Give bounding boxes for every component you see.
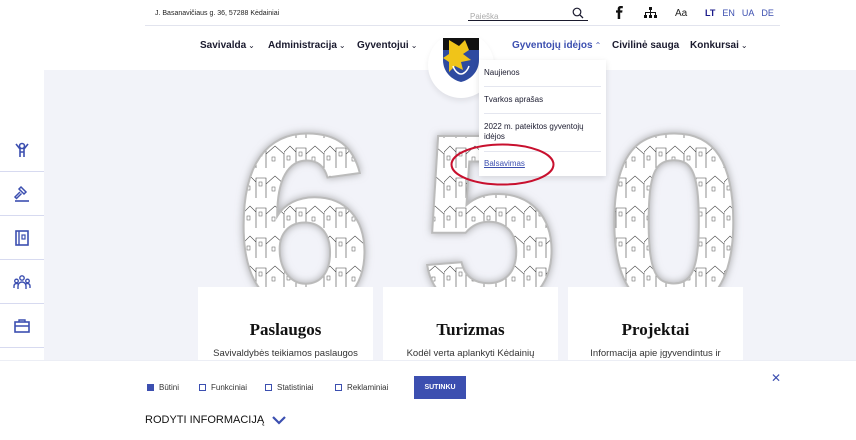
card-text: Savivaldybės teikiamos paslaugos — [213, 348, 358, 359]
nav-item-civiline-sauga[interactable]: Civilinė sauga — [612, 40, 679, 51]
divider — [145, 25, 780, 26]
highlight-annotation — [450, 143, 555, 186]
top-bar: J. Basanavičiaus g. 36, 57288 Kėdainiai … — [0, 0, 856, 30]
card-text: Informacija apie įgyvendintus ir — [590, 348, 721, 359]
search-icon[interactable] — [572, 7, 584, 19]
dropdown-item-naujienos[interactable]: Naujienos — [484, 68, 601, 78]
chevron-down-icon: ⌄ — [248, 41, 255, 50]
cookie-option-funkciniai[interactable]: Funkciniai — [199, 383, 247, 392]
chevron-up-icon: ⌃ — [594, 41, 602, 50]
gavel-icon — [13, 185, 29, 202]
cookie-option-statistiniai[interactable]: Statistiniai — [265, 383, 313, 392]
card-title: Projektai — [621, 320, 690, 339]
chevron-down-icon — [272, 415, 286, 425]
card-text: Kodėl verta aplankyti Kėdainių — [406, 348, 535, 359]
lang-lt[interactable]: LT — [705, 8, 715, 18]
cookie-consent-banner: Būtini Funkciniai Statistiniai Reklamini… — [0, 360, 856, 440]
sidebar-item-documents[interactable] — [0, 216, 44, 260]
lang-ua[interactable]: UA — [742, 8, 755, 18]
card-projektai[interactable]: Projektai Informacija apie įgyvendintus … — [568, 287, 743, 362]
checkbox[interactable] — [265, 384, 272, 391]
divider — [484, 86, 601, 87]
nav-item-savivalda[interactable]: Savivalda ⌄ — [200, 40, 255, 51]
font-size-button[interactable]: Aa — [675, 8, 687, 19]
checkbox[interactable] — [199, 384, 206, 391]
sitemap-icon[interactable] — [644, 7, 657, 18]
quick-links-sidebar — [0, 68, 44, 360]
divider — [484, 113, 601, 114]
facebook-icon[interactable] — [615, 6, 624, 19]
show-info-toggle[interactable]: RODYTI INFORMACIJĄ — [145, 414, 286, 426]
chevron-down-icon: ⌄ — [410, 41, 418, 50]
address-text: J. Basanavičiaus g. 36, 57288 Kėdainiai — [155, 10, 280, 17]
card-title: Paslaugos — [249, 320, 322, 339]
sidebar-item-law[interactable] — [0, 172, 44, 216]
close-icon[interactable]: ✕ — [771, 371, 781, 385]
coat-of-arms-icon — [443, 38, 479, 82]
lang-de[interactable]: DE — [761, 8, 774, 18]
chevron-down-icon: ⌄ — [338, 41, 346, 50]
cookie-option-reklaminiai[interactable]: Reklaminiai — [335, 383, 388, 392]
dropdown-item-tvarkos-aprasas[interactable]: Tvarkos aprašas — [484, 95, 601, 105]
briefcase-icon — [14, 318, 30, 333]
sidebar-item-person[interactable] — [0, 128, 44, 172]
sidebar-item-community[interactable] — [0, 260, 44, 304]
checkbox[interactable] — [335, 384, 342, 391]
people-group-icon — [13, 274, 31, 289]
lang-en[interactable]: EN — [722, 8, 735, 18]
nav-item-administracija[interactable]: Administracija ⌄ — [268, 40, 346, 51]
card-paslaugos[interactable]: Paslaugos Savivaldybės teikiamos paslaug… — [198, 287, 373, 362]
chevron-down-icon: ⌄ — [740, 41, 748, 50]
card-title: Turizmas — [436, 320, 505, 339]
card-turizmas[interactable]: Turizmas Kodėl verta aplankyti Kėdainių — [383, 287, 558, 362]
nav-item-gyventojui[interactable]: Gyventojui ⌄ — [357, 40, 417, 51]
dropdown-item-2022-ideas[interactable]: 2022 m. pateiktos gyventojų idėjos — [484, 122, 601, 142]
search-box[interactable] — [468, 6, 588, 24]
checkbox[interactable] — [147, 384, 154, 391]
nav-item-gyventoju-idejos[interactable]: Gyventojų idėjos ⌃ — [512, 40, 601, 51]
nav-item-konkursai[interactable]: Konkursai ⌄ — [690, 40, 748, 51]
search-input[interactable] — [468, 9, 568, 24]
sidebar-item-business[interactable] — [0, 304, 44, 348]
document-book-icon — [15, 229, 29, 246]
language-switcher: LT EN UA DE — [705, 8, 774, 18]
cookie-option-butini[interactable]: Būtini — [147, 383, 179, 392]
person-raising-hands-icon — [15, 142, 29, 157]
agree-button[interactable]: SUTINKU — [414, 376, 466, 399]
